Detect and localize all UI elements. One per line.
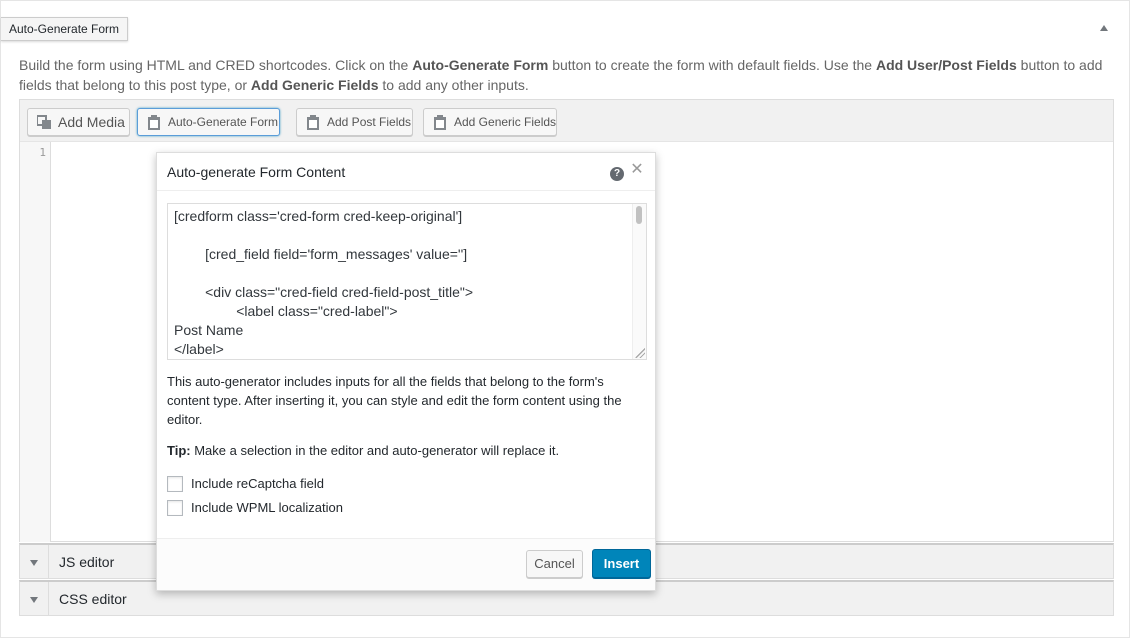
code-line: Post Name — [174, 322, 244, 338]
add-generic-fields-label: Add Generic Fields — [454, 115, 557, 129]
auto-generate-form-button[interactable]: Auto-Generate Form — [137, 108, 280, 136]
code-line: <label class="cred-label"> — [174, 303, 398, 319]
generated-code-text: [credform class='cred-form cred-keep-ori… — [174, 207, 629, 359]
intro-bold-auto-generate: Auto-Generate Form — [412, 57, 549, 73]
clipboard-icon — [434, 115, 446, 130]
js-editor-toggle-icon[interactable] — [20, 545, 49, 578]
code-line: </label> — [174, 341, 224, 357]
generated-code-textarea[interactable]: [credform class='cred-form cred-keep-ori… — [167, 203, 647, 360]
close-icon[interactable]: ✕ — [630, 162, 644, 178]
wpml-label[interactable]: Include WPML localization — [191, 500, 343, 515]
media-icon — [37, 115, 51, 129]
dialog-header: Auto-generate Form Content ? ✕ — [157, 153, 655, 191]
recaptcha-checkbox[interactable] — [167, 476, 183, 492]
panel-header: Auto-Generate Form — [1, 1, 1129, 46]
auto-generate-form-label: Auto-Generate Form — [168, 115, 279, 129]
add-media-button[interactable]: Add Media — [27, 108, 130, 136]
editor-toolbar: Add Media Auto-Generate Form Add Post Fi… — [20, 100, 1113, 142]
code-scrollbar[interactable] — [632, 204, 646, 359]
recaptcha-label[interactable]: Include reCaptcha field — [191, 476, 324, 491]
intro-bold-add-generic-fields: Add Generic Fields — [250, 77, 379, 93]
clipboard-icon — [307, 115, 319, 130]
dialog-tip: Tip: Make a selection in the editor and … — [167, 443, 559, 458]
add-media-label: Add Media — [58, 114, 125, 130]
line-number-gutter: 1 — [20, 142, 51, 542]
intro-text-part: to add any other inputs. — [378, 77, 529, 93]
clipboard-icon — [148, 115, 160, 130]
intro-text: Build the form using HTML and CRED short… — [19, 55, 1109, 95]
css-editor-label: CSS editor — [59, 591, 127, 607]
intro-bold-add-user-post-fields: Add User/Post Fields — [875, 57, 1017, 73]
scroll-thumb[interactable] — [636, 206, 642, 224]
tip-label: Tip: — [167, 443, 191, 458]
css-editor-toggle-icon[interactable] — [20, 582, 49, 615]
dialog-title: Auto-generate Form Content — [167, 164, 346, 180]
code-line: <div class="cred-field cred-field-post_t… — [174, 284, 474, 300]
code-line: [credform class='cred-form cred-keep-ori… — [174, 208, 463, 224]
add-post-fields-label: Add Post Fields — [327, 115, 412, 129]
auto-generate-dialog: Auto-generate Form Content ? ✕ [credform… — [156, 152, 656, 591]
dialog-description: This auto-generator includes inputs for … — [167, 374, 622, 427]
panel-title: Auto-Generate Form — [1, 17, 129, 41]
intro-text-part: button to create the form with default f… — [548, 57, 876, 73]
line-number: 1 — [39, 146, 46, 159]
add-generic-fields-button[interactable]: Add Generic Fields — [423, 108, 557, 136]
tip-text: Make a selection in the editor and auto-… — [190, 443, 560, 458]
collapse-arrow-icon[interactable] — [1097, 21, 1111, 35]
wpml-checkbox[interactable] — [167, 500, 183, 516]
resize-grip-icon[interactable] — [635, 348, 645, 358]
cancel-button[interactable]: Cancel — [526, 550, 583, 578]
code-line: [cred_field field='form_messages' value=… — [174, 246, 468, 262]
add-post-fields-button[interactable]: Add Post Fields — [296, 108, 413, 136]
dialog-footer: Cancel Insert — [157, 538, 655, 590]
intro-text-part: Build the form using HTML and CRED short… — [19, 57, 413, 73]
js-editor-label: JS editor — [59, 554, 115, 570]
insert-button[interactable]: Insert — [592, 549, 651, 578]
help-icon[interactable]: ? — [610, 167, 624, 181]
